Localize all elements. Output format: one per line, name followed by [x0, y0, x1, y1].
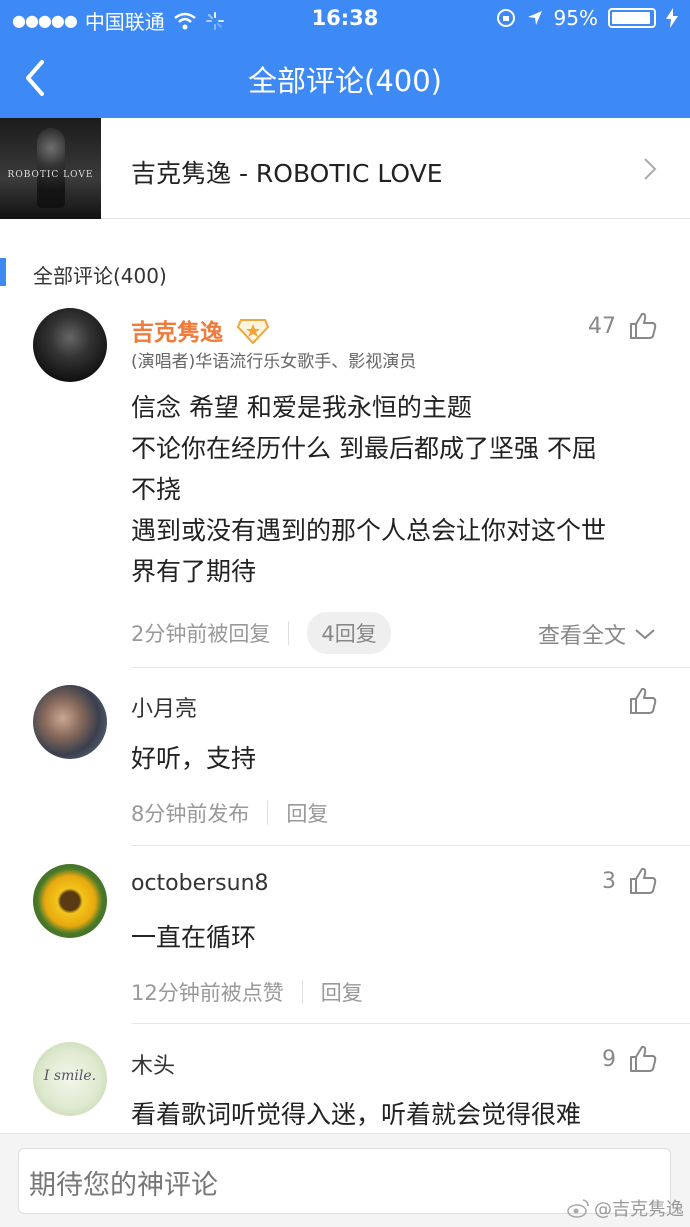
comment-divider [131, 845, 690, 846]
comment-text: 好听，支持 [131, 744, 257, 773]
comment-time: 8分钟前发布 [131, 802, 250, 826]
comment-meta: 2分钟前被回复 4回复 [131, 612, 391, 654]
like-count: 3 [602, 868, 616, 894]
album-cover: ROBOTIC LOVE [0, 118, 101, 219]
comment-text: 信念 希望 和爱是我永恒的主题 不论你在经历什么 到最后都成了坚强 不屈 不挠 … [131, 393, 607, 586]
avatar[interactable] [33, 685, 107, 759]
avatar-text: I smile. [43, 1068, 97, 1084]
thumbs-up-icon [630, 687, 657, 714]
replies-button[interactable]: 4回复 [307, 612, 391, 654]
song-title: 吉克隽逸 - ROBOTIC LOVE [131, 159, 443, 188]
comment-username[interactable]: 木头 [131, 1048, 175, 1080]
chevron-down-icon [635, 629, 655, 640]
app-header: ●●●●● 中国联通 16:38 95% 全部评论(400) [0, 0, 690, 118]
like-button[interactable]: 9 [602, 1044, 658, 1074]
nav-bar: 全部评论(400) [0, 38, 690, 118]
weibo-icon [567, 1199, 589, 1218]
battery-percent: 95% [553, 6, 598, 30]
like-button[interactable]: 47 [588, 311, 658, 341]
thumbs-up-icon [630, 312, 657, 339]
comment-username[interactable]: octobersun8 [131, 871, 269, 896]
reply-button[interactable]: 回复 [321, 977, 363, 1007]
comment-username[interactable]: 吉克隽逸 [131, 313, 270, 347]
comment-time: 12分钟前被点赞 [131, 981, 284, 1005]
comment-divider [131, 1023, 690, 1024]
thumbs-up-icon [630, 867, 657, 894]
user-subtitle: (演唱者)华语流行乐女歌手、影视演员 [131, 352, 417, 372]
comment-text: 一直在循环 [131, 923, 257, 952]
like-button[interactable]: 3 [602, 866, 658, 896]
like-count: 9 [602, 1046, 616, 1072]
charging-bolt-icon [666, 8, 678, 28]
comment-meta: 12分钟前被点赞 回复 [131, 977, 363, 1007]
orientation-lock-icon [496, 9, 515, 27]
avatar[interactable]: I smile. [33, 1042, 107, 1116]
avatar[interactable] [33, 864, 107, 938]
album-cover-title: ROBOTIC LOVE [7, 170, 94, 180]
like-button[interactable] [628, 686, 658, 716]
watermark: @吉克隽逸 [566, 1195, 684, 1221]
comment-meta: 8分钟前发布 回复 [131, 798, 328, 828]
comment-text: 看着歌词听觉得入迷，听着就会觉得很难 [131, 1100, 582, 1129]
comment-username[interactable]: 小月亮 [131, 691, 197, 723]
comment-time: 2分钟前被回复 [131, 622, 271, 646]
battery-icon [608, 8, 656, 28]
expand-full-text-button[interactable]: 查看全文 [538, 618, 656, 650]
location-arrow-icon [527, 11, 542, 25]
song-info-bar[interactable]: ROBOTIC LOVE 吉克隽逸 - ROBOTIC LOVE [0, 118, 690, 219]
comment-divider [131, 667, 690, 668]
avatar[interactable] [33, 308, 107, 382]
thumbs-up-icon [630, 1045, 657, 1072]
like-count: 47 [588, 313, 616, 339]
section-accent-bar [0, 258, 6, 286]
reply-button[interactable]: 回复 [286, 798, 328, 828]
page-title: 全部评论(400) [248, 64, 442, 98]
section-title: 全部评论(400) [33, 264, 167, 288]
diamond-badge-icon [236, 319, 270, 345]
status-bar: ●●●●● 中国联通 16:38 95% [0, 0, 690, 38]
chevron-right-icon [644, 158, 657, 180]
